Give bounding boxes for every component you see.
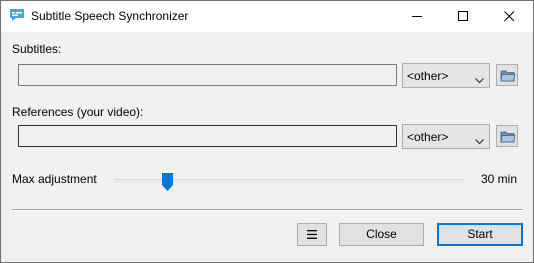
chevron-down-icon (475, 73, 484, 87)
references-browse-button[interactable] (496, 125, 518, 147)
subtitles-label: Subtitles: (12, 42, 62, 56)
title-bar[interactable]: Subtitle Speech Synchronizer (1, 1, 533, 32)
max-adjustment-slider-thumb[interactable] (162, 173, 173, 191)
menu-button[interactable] (297, 223, 327, 246)
chevron-down-icon (475, 134, 484, 148)
references-path-input[interactable] (18, 125, 397, 147)
window-title: Subtitle Speech Synchronizer (31, 9, 189, 23)
main-window: Subtitle Speech Synchronizer Subtitles: … (0, 0, 534, 263)
references-format-value: <other> (407, 130, 449, 144)
close-window-button[interactable] (487, 1, 533, 32)
close-button[interactable]: Close (339, 223, 424, 246)
subtitles-path-input[interactable] (18, 64, 397, 86)
maximize-button[interactable] (441, 1, 487, 32)
speech-bubble-icon (9, 7, 25, 23)
start-button[interactable]: Start (437, 223, 523, 246)
subtitles-format-dropdown[interactable]: <other> (402, 63, 490, 88)
references-format-dropdown[interactable]: <other> (402, 124, 490, 149)
subtitles-format-value: <other> (407, 69, 449, 83)
folder-open-icon (500, 131, 516, 143)
separator (12, 209, 523, 211)
close-icon (504, 11, 515, 22)
folder-open-icon (500, 70, 516, 82)
max-adjustment-label: Max adjustment (12, 172, 97, 186)
references-label: References (your video): (12, 105, 144, 119)
max-adjustment-value: 30 min (481, 172, 518, 186)
minimize-icon (412, 16, 422, 17)
maximize-icon (458, 11, 468, 21)
hamburger-menu-icon (307, 230, 317, 239)
subtitles-browse-button[interactable] (496, 64, 518, 86)
minimize-button[interactable] (395, 1, 441, 32)
